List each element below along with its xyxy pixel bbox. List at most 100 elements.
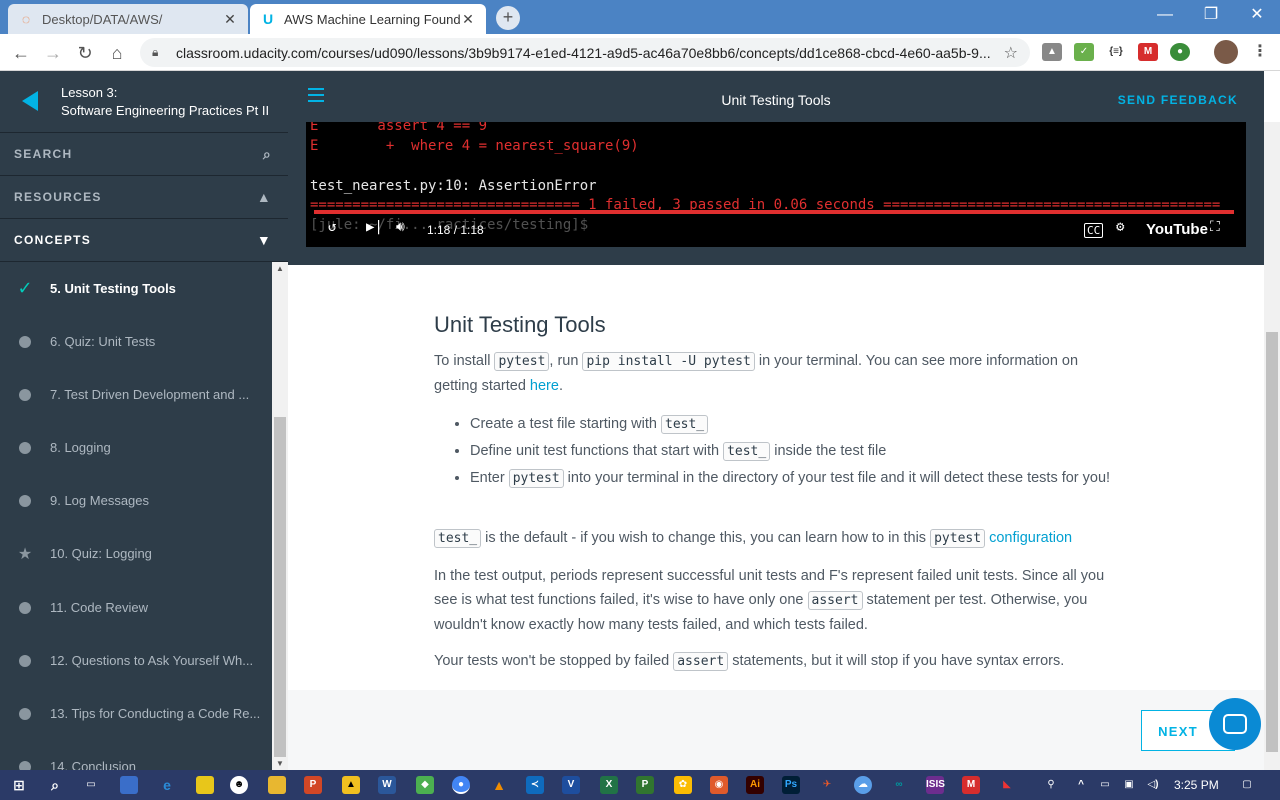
close-icon[interactable]: ✕ xyxy=(222,11,238,28)
url-field[interactable]: 🔒︎ classroom.udacity.com/courses/ud090/l… xyxy=(140,38,1030,67)
app-icon[interactable] xyxy=(120,776,138,794)
back-icon[interactable]: ← xyxy=(8,40,34,66)
arduino-icon[interactable]: ∞ xyxy=(890,776,908,794)
app-icon[interactable]: ◉ xyxy=(710,776,728,794)
app-icon[interactable]: ▲ xyxy=(342,776,360,794)
browser-tab-desktop[interactable]: ◌ Desktop/DATA/AWS/ ✕ xyxy=(8,4,248,34)
text: To install xyxy=(434,353,495,369)
more-menu-icon[interactable]: ⋮ xyxy=(1250,43,1270,61)
bookmark-star-icon[interactable]: ☆ xyxy=(1004,43,1018,63)
app-icon[interactable]: ☻ xyxy=(230,776,248,794)
app-icon[interactable]: ◣ xyxy=(998,776,1016,794)
video-player[interactable]: E assert 4 == 9 E + where 4 = nearest_sq… xyxy=(288,122,1264,265)
app-icon[interactable]: M xyxy=(962,776,980,794)
chrome-icon[interactable]: ● xyxy=(452,776,470,794)
text: Enter xyxy=(470,470,509,486)
settings-gear-icon[interactable]: ⚙ xyxy=(1116,219,1124,235)
json-extension-icon[interactable]: {≡} xyxy=(1106,43,1126,61)
vscode-icon[interactable]: ≺ xyxy=(526,776,544,794)
forward-icon[interactable]: → xyxy=(40,40,66,66)
extension-icon[interactable]: ▲ xyxy=(1042,43,1062,61)
extension-icon[interactable]: ● xyxy=(1170,43,1190,61)
minimize-icon[interactable]: — xyxy=(1142,0,1188,30)
clock[interactable]: 3:25 PM xyxy=(1174,778,1219,792)
app-icon[interactable]: ◆ xyxy=(416,776,434,794)
network-icon[interactable]: ▣ xyxy=(1120,776,1138,794)
footer-area xyxy=(288,690,1264,770)
app-icon[interactable]: ISIS xyxy=(926,776,945,794)
scrollbar-thumb[interactable] xyxy=(274,417,286,757)
concept-item[interactable]: 13. Tips for Conducting a Code Re... xyxy=(0,687,272,740)
close-icon[interactable]: ✕ xyxy=(460,11,476,28)
illustrator-icon[interactable]: Ai xyxy=(746,776,764,794)
concept-item[interactable]: 8. Logging xyxy=(0,421,272,474)
new-tab-button[interactable]: + xyxy=(496,6,520,30)
avatar[interactable] xyxy=(1214,40,1238,64)
window-close-icon[interactable]: ✕ xyxy=(1234,0,1280,30)
send-feedback-link[interactable]: SEND FEEDBACK xyxy=(1118,93,1238,107)
app-icon[interactable]: ✈ xyxy=(818,776,836,794)
scrollbar-thumb[interactable] xyxy=(1266,332,1278,752)
captions-icon[interactable]: CC xyxy=(1084,223,1104,238)
home-icon[interactable]: ⌂ xyxy=(104,40,130,66)
concept-label: 6. Quiz: Unit Tests xyxy=(50,334,156,349)
search-icon[interactable]: ⌕ xyxy=(46,776,64,794)
search-icon[interactable]: ⌕ xyxy=(263,133,272,176)
notifications-icon[interactable]: ▢ xyxy=(1238,776,1256,794)
app-icon[interactable]: ✿ xyxy=(674,776,692,794)
edge-icon[interactable]: e xyxy=(158,776,176,794)
list-item: Create a test file starting with test_ xyxy=(470,411,1120,438)
reload-icon[interactable]: ↻ xyxy=(72,40,98,66)
browser-tab-udacity[interactable]: U AWS Machine Learning Foundati ✕ xyxy=(250,4,486,34)
configuration-link[interactable]: configuration xyxy=(989,530,1072,546)
sidebar-concepts[interactable]: CONCEPTS ▼ xyxy=(0,219,288,262)
fullscreen-icon[interactable]: ⛶ xyxy=(1210,219,1220,235)
concept-item[interactable]: 9. Log Messages xyxy=(0,474,272,527)
concept-item[interactable]: 12. Questions to Ask Yourself Wh... xyxy=(0,634,272,687)
app-icon[interactable]: V xyxy=(562,776,580,794)
project-icon[interactable]: P xyxy=(636,776,654,794)
windows-start-icon[interactable]: ⊞ xyxy=(10,776,28,794)
sidebar-resources[interactable]: RESOURCES ▲ xyxy=(0,176,288,219)
concept-item[interactable]: 6. Quiz: Unit Tests xyxy=(0,315,272,368)
chat-icon xyxy=(1223,714,1247,734)
youtube-logo[interactable]: YouTube xyxy=(1146,221,1208,238)
next-video-icon[interactable]: ▶| xyxy=(366,219,383,235)
lesson-header[interactable]: Lesson 3: Software Engineering Practices… xyxy=(0,71,288,133)
task-view-icon[interactable]: ▭ xyxy=(82,776,100,794)
concept-label: 5. Unit Testing Tools xyxy=(50,281,176,296)
concept-item[interactable]: 11. Code Review xyxy=(0,581,272,634)
vlc-icon[interactable]: ▲ xyxy=(490,776,508,794)
extension-icon[interactable]: ✓ xyxy=(1074,43,1094,61)
powerpoint-icon[interactable]: P xyxy=(304,776,322,794)
concept-item[interactable]: 7. Test Driven Development and ... xyxy=(0,368,272,421)
extension-icon[interactable]: M xyxy=(1138,43,1158,61)
concept-item[interactable]: 14. Conclusion xyxy=(0,740,272,770)
replay-icon[interactable]: ↺ xyxy=(328,219,336,235)
app-icon[interactable]: ☁ xyxy=(854,776,872,794)
sticky-notes-icon[interactable] xyxy=(196,776,214,794)
back-arrow-icon[interactable] xyxy=(22,91,38,111)
scroll-down-icon[interactable]: ▼ xyxy=(275,759,285,768)
file-explorer-icon[interactable] xyxy=(268,776,286,794)
photoshop-icon[interactable]: Ps xyxy=(782,776,800,794)
restore-icon[interactable]: ❐ xyxy=(1188,0,1234,30)
sidebar-search[interactable]: SEARCH ⌕ xyxy=(0,133,288,176)
volume-icon[interactable]: ◁) xyxy=(1144,776,1162,794)
tab-title: AWS Machine Learning Foundati xyxy=(284,11,460,27)
video-progress-bar[interactable] xyxy=(314,210,1234,214)
concept-item[interactable]: ✓ 5. Unit Testing Tools xyxy=(0,262,272,315)
page-scrollbar[interactable] xyxy=(1264,122,1280,770)
chat-launcher[interactable] xyxy=(1209,698,1261,750)
scroll-up-icon[interactable]: ▲ xyxy=(275,264,285,273)
getting-started-link[interactable]: here xyxy=(530,378,559,394)
people-icon[interactable]: ⚲ xyxy=(1042,776,1060,794)
battery-icon[interactable]: ▭ xyxy=(1096,776,1114,794)
volume-icon[interactable]: 🔊︎ xyxy=(396,219,405,235)
concept-label: 13. Tips for Conducting a Code Re... xyxy=(50,706,261,721)
excel-icon[interactable]: X xyxy=(600,776,618,794)
chevron-up-icon[interactable]: ^ xyxy=(1072,776,1090,794)
word-icon[interactable]: W xyxy=(378,776,396,794)
concept-item[interactable]: ★ 10. Quiz: Logging xyxy=(0,527,272,580)
sidebar-scrollbar[interactable]: ▲ ▼ xyxy=(272,262,288,770)
